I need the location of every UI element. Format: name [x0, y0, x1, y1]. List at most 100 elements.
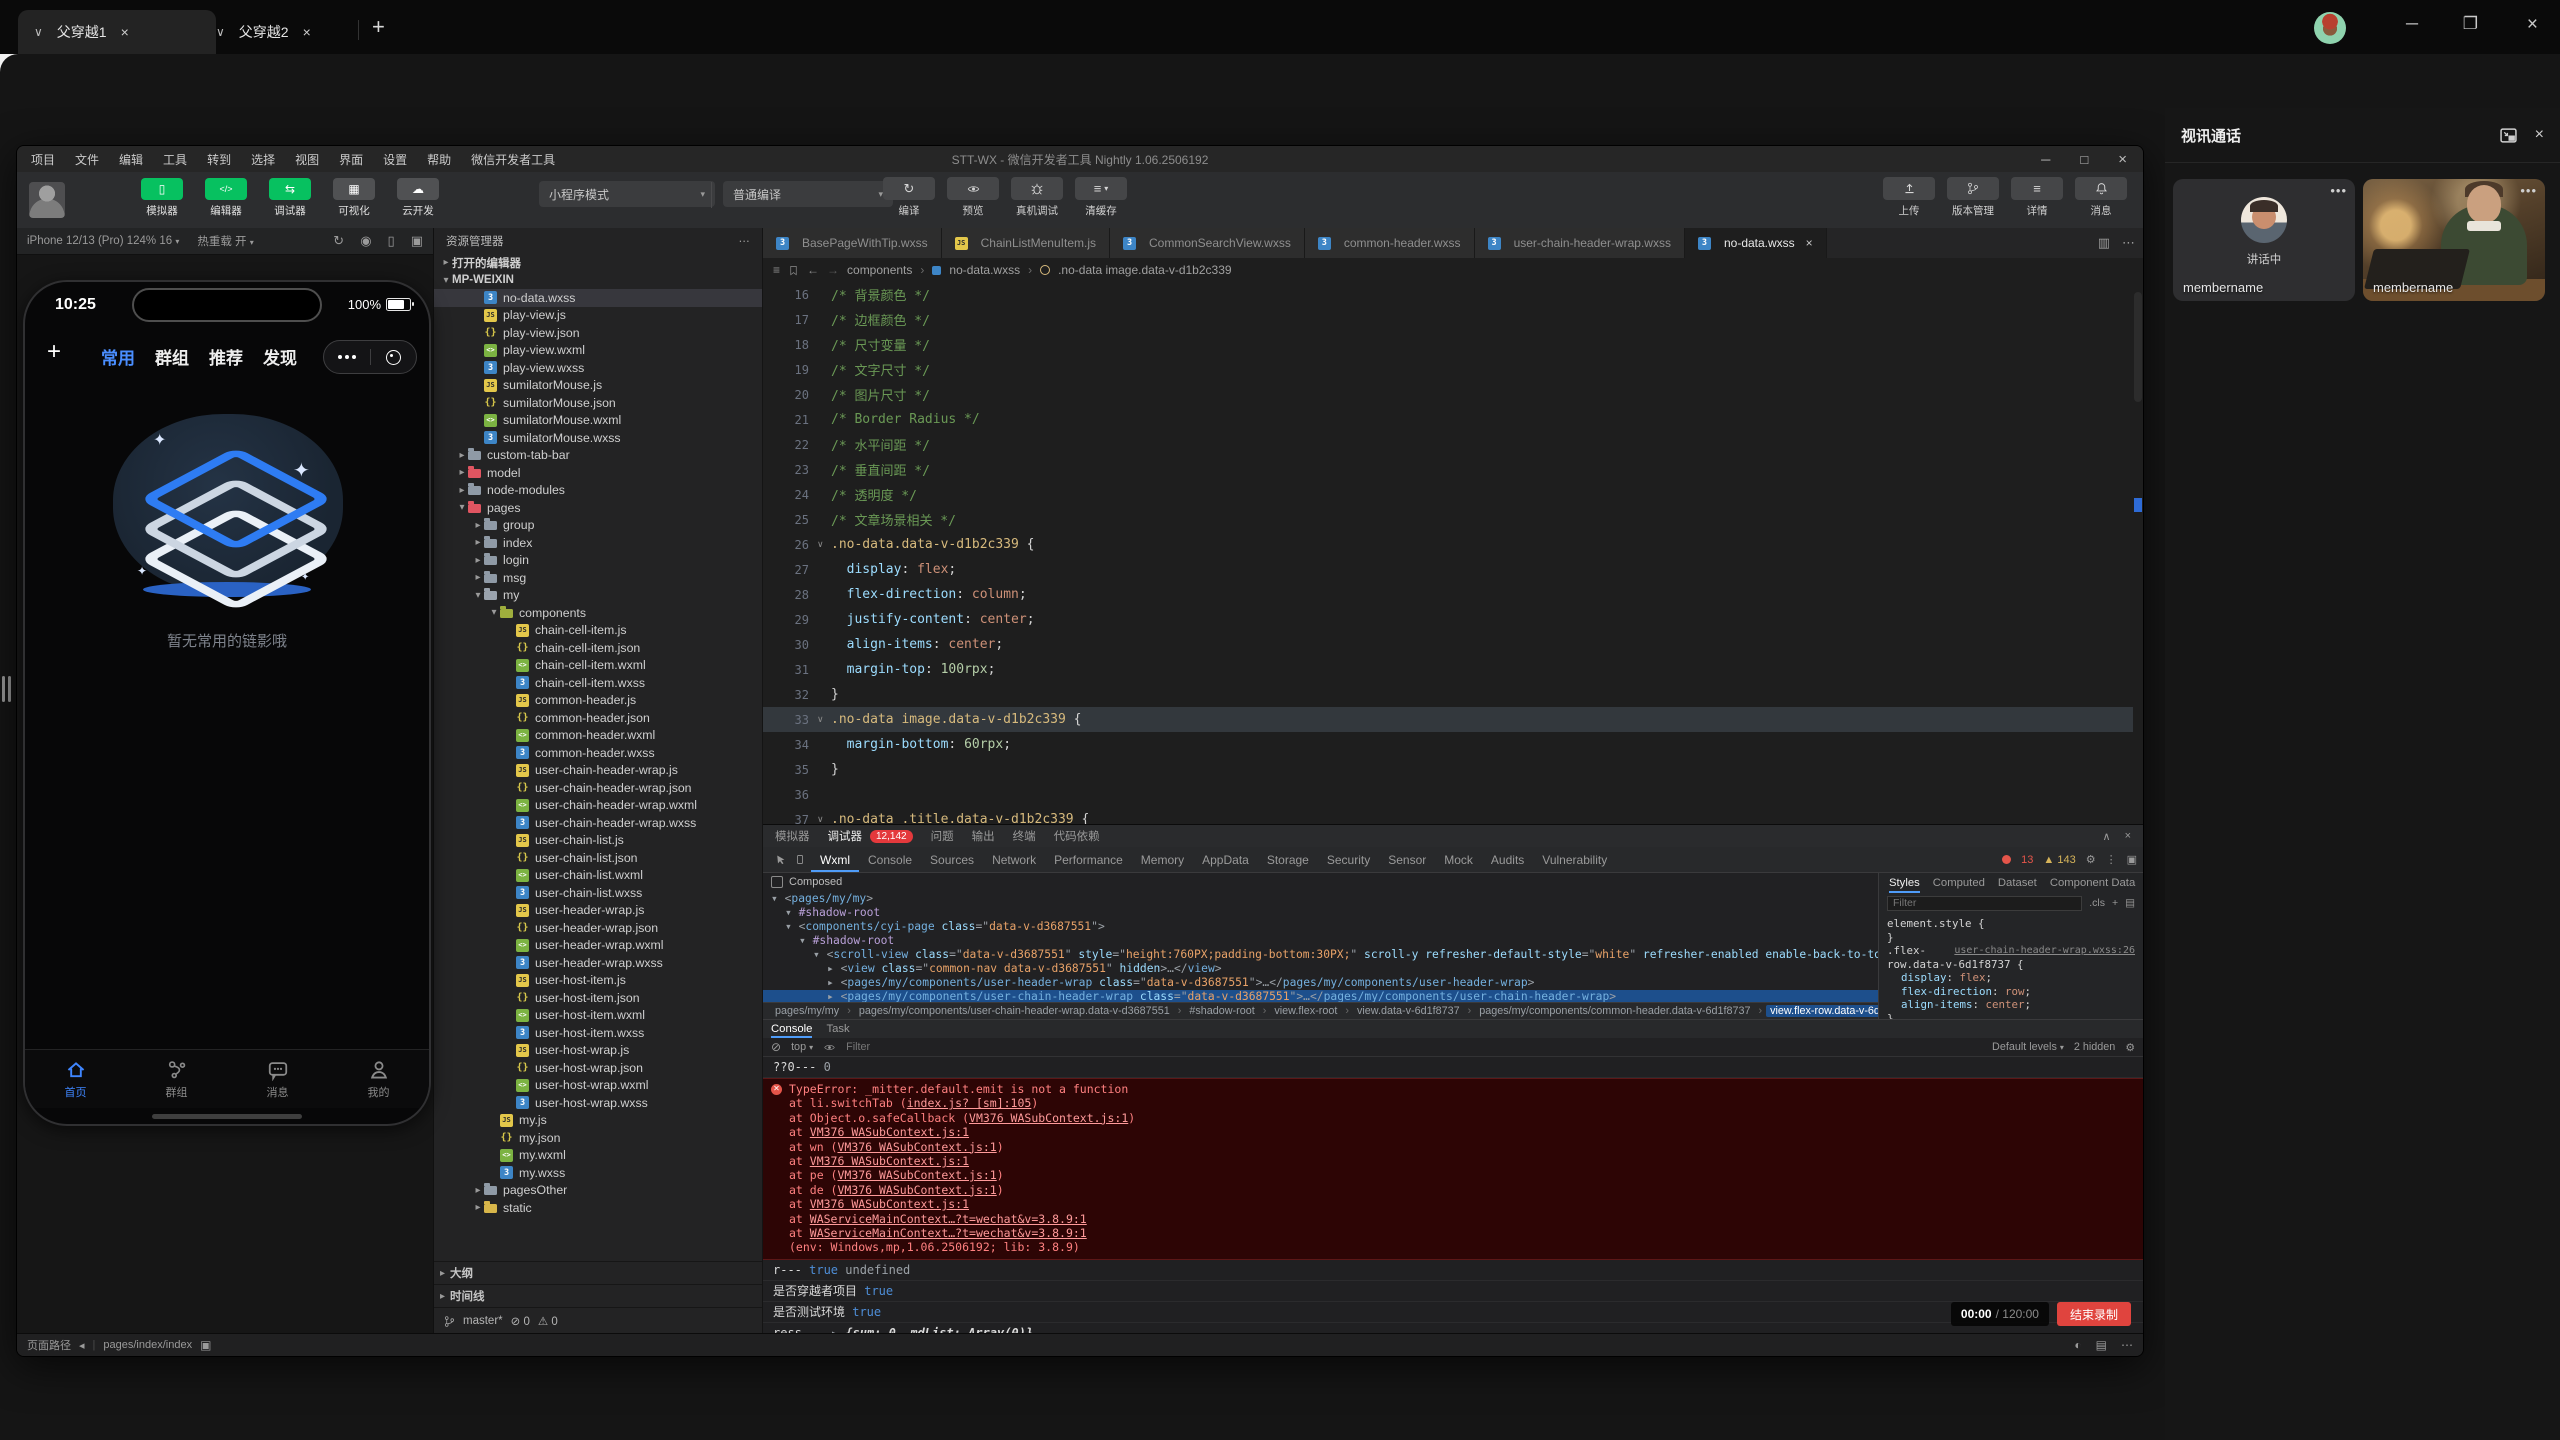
- devtools-tab-sensor[interactable]: Sensor: [1379, 847, 1435, 872]
- close-icon[interactable]: ×: [1806, 236, 1813, 250]
- tabbar-item-首页[interactable]: 首页: [25, 1050, 126, 1108]
- multi-window-icon[interactable]: ▣: [411, 233, 423, 249]
- layout-icon[interactable]: ▤: [2125, 897, 2135, 909]
- toggle-grid[interactable]: ▦可视化: [327, 178, 381, 218]
- bookmark-icon[interactable]: [788, 264, 799, 277]
- style-declaration[interactable]: align-items: center;: [1887, 998, 2135, 1012]
- record-icon[interactable]: ◉: [360, 233, 371, 249]
- menu-item[interactable]: 选择: [251, 151, 275, 168]
- tree-item[interactable]: {}sumilatorMouse.json: [434, 394, 762, 412]
- console-message[interactable]: 是否穿越者项目 true: [763, 1281, 2143, 1302]
- tree-item[interactable]: <>chain-cell-item.wxml: [434, 657, 762, 675]
- maximize-icon[interactable]: □: [2080, 152, 2088, 167]
- panel-tab-问题[interactable]: 问题: [931, 828, 954, 844]
- tree-item[interactable]: JSuser-chain-header-wrap.js: [434, 762, 762, 780]
- timeline-section[interactable]: ▸时间线: [434, 1284, 762, 1307]
- tree-item[interactable]: JSchain-cell-item.js: [434, 622, 762, 640]
- close-icon[interactable]: ×: [2535, 126, 2544, 144]
- devtools-tab-mock[interactable]: Mock: [1435, 847, 1482, 872]
- tree-item[interactable]: ▾pages: [434, 499, 762, 517]
- composed-checkbox[interactable]: [771, 876, 783, 888]
- close-icon[interactable]: ×: [303, 24, 311, 40]
- devtools-tab-security[interactable]: Security: [1318, 847, 1379, 872]
- git-status[interactable]: master* ⊘ 0 ⚠ 0: [434, 1307, 762, 1334]
- action-upload[interactable]: 上传: [1881, 177, 1937, 218]
- styles-tab-styles[interactable]: Styles: [1889, 873, 1920, 893]
- tree-item[interactable]: JSuser-chain-list.js: [434, 832, 762, 850]
- code-line[interactable]: 35}: [763, 757, 2143, 782]
- tabbar-item-消息[interactable]: 消息: [227, 1050, 328, 1108]
- code-line[interactable]: 27 display: flex;: [763, 557, 2143, 582]
- code-line[interactable]: 36: [763, 782, 2143, 807]
- code-line[interactable]: 30 align-items: center;: [763, 632, 2143, 657]
- refresh-icon[interactable]: ↻: [333, 233, 344, 249]
- new-tab-button[interactable]: +: [372, 16, 385, 38]
- tree-item[interactable]: <>user-header-wrap.wxml: [434, 937, 762, 955]
- code-area[interactable]: 16/* 背景颜色 */17/* 边框颜色 */18/* 尺寸变量 */19/*…: [763, 282, 2143, 825]
- code-line[interactable]: 28 flex-direction: column;: [763, 582, 2143, 607]
- menu-item[interactable]: 界面: [339, 151, 363, 168]
- editor-tab[interactable]: 3BasePageWithTip.wxss: [763, 228, 942, 258]
- action-bell[interactable]: 消息: [2073, 177, 2129, 218]
- code-line[interactable]: 34 margin-bottom: 60rpx;: [763, 732, 2143, 757]
- compile-select[interactable]: 普通编译 ▾: [723, 181, 893, 207]
- account-avatar[interactable]: [29, 182, 65, 218]
- tree-item[interactable]: <>user-chain-list.wxml: [434, 867, 762, 885]
- tree-item[interactable]: <>user-chain-header-wrap.wxml: [434, 797, 762, 815]
- devtools-tab-vulnerability[interactable]: Vulnerability: [1533, 847, 1616, 872]
- tree-item[interactable]: <>user-host-item.wxml: [434, 1007, 762, 1025]
- breadcrumb-item[interactable]: no-data.wxss: [949, 263, 1020, 277]
- tree-item[interactable]: 3no-data.wxss: [434, 289, 762, 307]
- code-line[interactable]: 25/* 文章场景相关 */: [763, 507, 2143, 532]
- device-icon[interactable]: [795, 853, 805, 866]
- element-crumb[interactable]: view.data-v-6d1f8737: [1353, 1005, 1464, 1017]
- close-button[interactable]: ×: [2527, 14, 2538, 36]
- devtools-tab-network[interactable]: Network: [983, 847, 1045, 872]
- panel-tab-调试器[interactable]: 调试器: [828, 828, 863, 844]
- code-line[interactable]: 26∨.no-data.data-v-d1b2c339 {: [763, 532, 2143, 557]
- collapse-icon[interactable]: ◂: [79, 1339, 85, 1352]
- tree-item[interactable]: 3my.wxss: [434, 1164, 762, 1182]
- hamburger-icon[interactable]: ≡: [773, 263, 780, 277]
- element-crumb[interactable]: pages/my/components/user-chain-header-wr…: [855, 1005, 1174, 1017]
- more-icon[interactable]: •••: [2330, 183, 2347, 198]
- code-line[interactable]: 20/* 图片尺寸 */: [763, 382, 2143, 407]
- theme-icon[interactable]: ◐: [2074, 1338, 2081, 1352]
- panel-tab-终端[interactable]: 终端: [1013, 828, 1036, 844]
- code-line[interactable]: 24/* 透明度 */: [763, 482, 2143, 507]
- devtools-tab-audits[interactable]: Audits: [1482, 847, 1533, 872]
- tree-item[interactable]: ▸static: [434, 1199, 762, 1217]
- more-icon[interactable]: [324, 355, 370, 359]
- picker-icon[interactable]: [775, 854, 787, 866]
- tree-item[interactable]: {}chain-cell-item.json: [434, 639, 762, 657]
- outline-section[interactable]: ▸大纲: [434, 1261, 762, 1284]
- element-node[interactable]: ▾ #shadow-root: [763, 906, 1878, 920]
- style-rule-selector[interactable]: user-chain-header-wrap.wxss:26.flex-row.…: [1887, 944, 2135, 971]
- menu-item[interactable]: 文件: [75, 151, 99, 168]
- device-frame-icon[interactable]: ▯: [388, 233, 395, 249]
- console-message[interactable]: ??0--- 0: [763, 1057, 2143, 1078]
- tree-item[interactable]: 3chain-cell-item.wxss: [434, 674, 762, 692]
- code-line[interactable]: 21/* Border Radius */: [763, 407, 2143, 432]
- tree-item[interactable]: 3sumilatorMouse.wxss: [434, 429, 762, 447]
- cls-toggle[interactable]: .cls: [2089, 897, 2105, 909]
- more-icon[interactable]: ⋯: [2122, 235, 2135, 251]
- breadcrumb-item[interactable]: components: [847, 263, 912, 277]
- element-node[interactable]: ▸ <pages/my/components/user-chain-header…: [763, 990, 1878, 1002]
- tabbar-item-我的[interactable]: 我的: [328, 1050, 429, 1108]
- code-line[interactable]: 29 justify-content: center;: [763, 607, 2143, 632]
- more-icon[interactable]: •••: [2520, 183, 2537, 198]
- tree-item[interactable]: 3common-header.wxss: [434, 744, 762, 762]
- nav-tab-常用[interactable]: 常用: [101, 344, 135, 369]
- more-icon[interactable]: ⋯: [2121, 1338, 2133, 1352]
- code-line[interactable]: 16/* 背景颜色 */: [763, 282, 2143, 307]
- scrollbar[interactable]: [2133, 282, 2143, 825]
- kebab-icon[interactable]: ⋮: [2106, 853, 2117, 866]
- code-line[interactable]: 37∨.no-data .title.data-v-d1b2c339 {: [763, 807, 2143, 825]
- action-list[interactable]: ≡详情: [2009, 177, 2065, 218]
- editor-tab[interactable]: JSChainListMenuItem.js: [942, 228, 1110, 258]
- element-crumb[interactable]: #shadow-root: [1185, 1005, 1258, 1017]
- style-declaration[interactable]: flex-direction: row;: [1887, 985, 2135, 999]
- tree-item[interactable]: {}user-chain-header-wrap.json: [434, 779, 762, 797]
- member-card-video[interactable]: ••• membername: [2363, 179, 2545, 301]
